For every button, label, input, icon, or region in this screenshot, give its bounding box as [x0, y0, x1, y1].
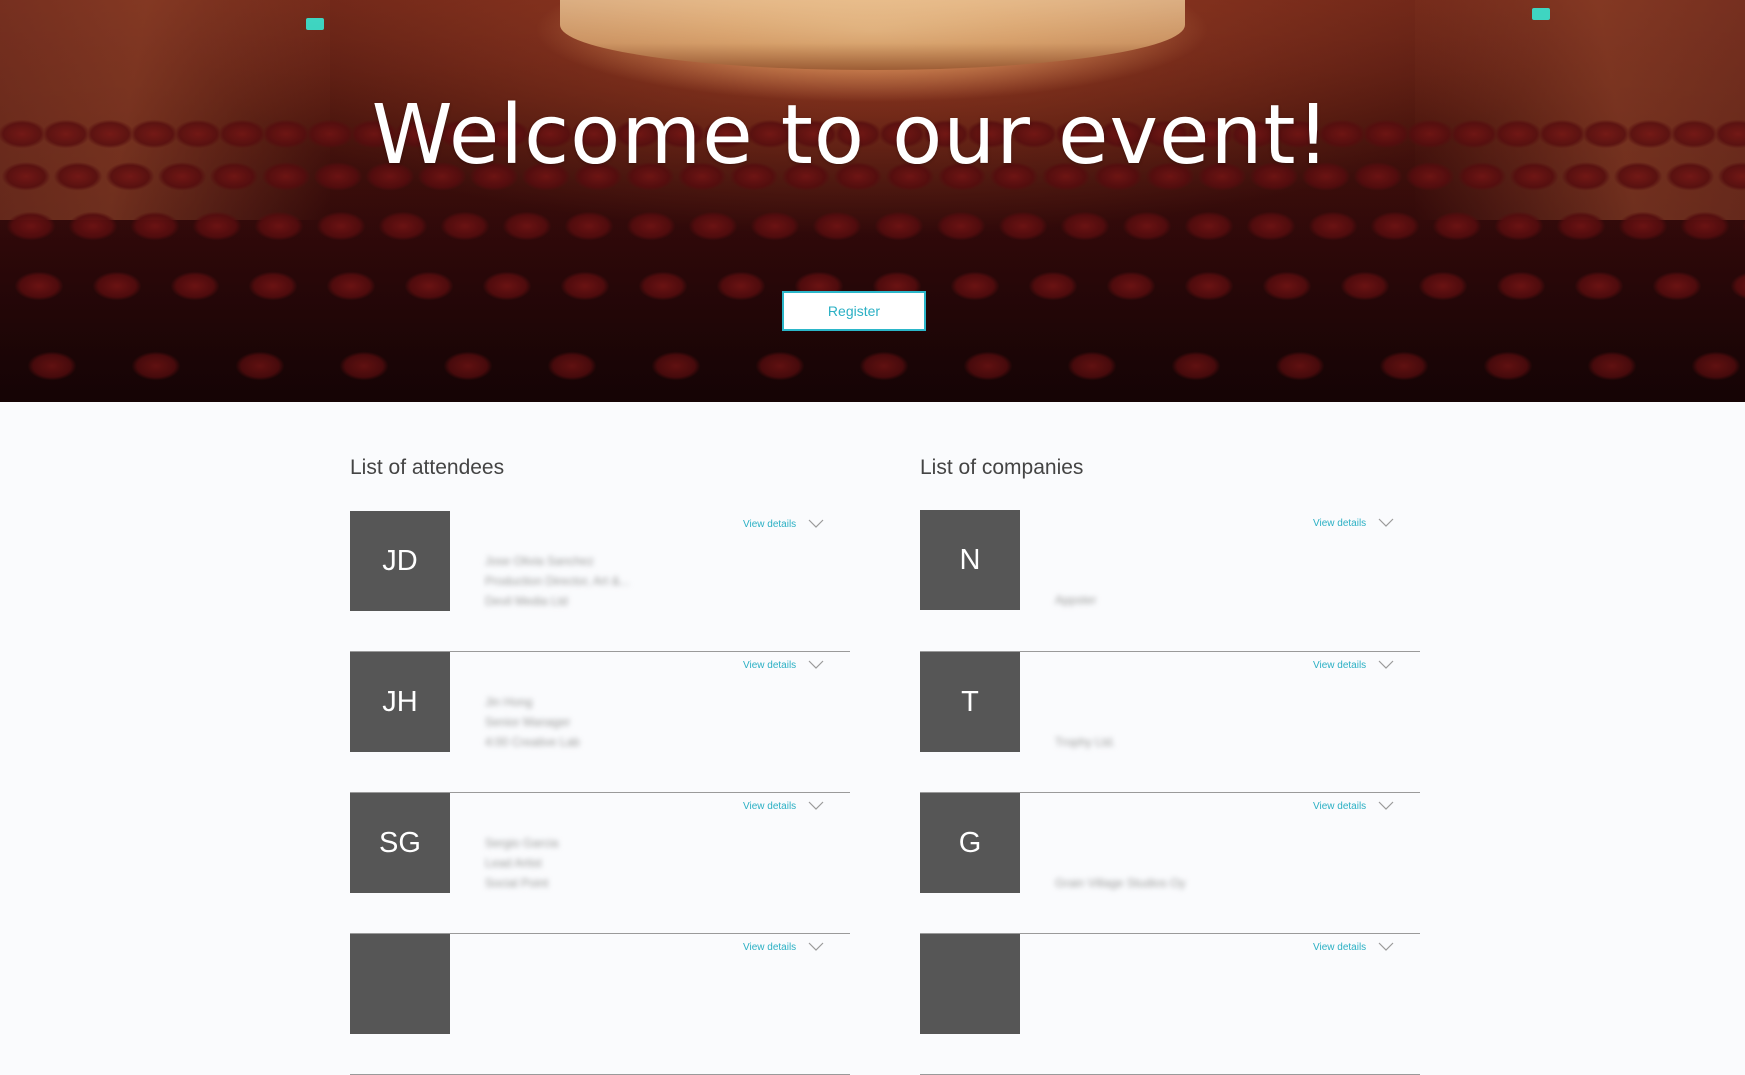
- attendee-company: 4:00 Creative Lab: [485, 735, 580, 749]
- avatar[interactable]: N: [920, 510, 1020, 610]
- lists-section: List of attendees JD View details Jose O…: [0, 402, 1745, 1075]
- view-details-link[interactable]: View details: [743, 801, 796, 812]
- company-info: Appster: [1055, 590, 1096, 610]
- attendees-title: List of attendees: [350, 456, 505, 479]
- view-details-link[interactable]: View details: [743, 519, 796, 530]
- company-item: G View details Grain Village Studios Oy: [920, 793, 1420, 934]
- attendee-item: SG View details Sergio Garcia Lead Artis…: [350, 793, 850, 934]
- view-details-link[interactable]: View details: [743, 942, 796, 953]
- company-item: T View details Trophy Ltd.: [920, 652, 1420, 793]
- hero-banner: Welcome to our event! Register: [0, 0, 1745, 402]
- avatar[interactable]: [350, 934, 450, 1034]
- attendee-role: Production Director, Art &...: [485, 574, 630, 588]
- view-details-link[interactable]: View details: [743, 660, 796, 671]
- register-button[interactable]: Register: [782, 291, 926, 331]
- avatar[interactable]: SG: [350, 793, 450, 893]
- company-item: N View details Appster: [920, 510, 1420, 652]
- company-name: Appster: [1055, 593, 1097, 607]
- chevron-down-icon[interactable]: [1378, 658, 1394, 672]
- attendee-item: JD View details Jose Olivia Sanchez Prod…: [350, 511, 850, 652]
- chevron-down-icon[interactable]: [808, 940, 824, 954]
- attendee-info: Sergio Garcia Lead Artist Social Point: [485, 833, 558, 893]
- hero-shade: [0, 0, 1745, 402]
- avatar[interactable]: G: [920, 793, 1020, 893]
- company-item: View details: [920, 934, 1420, 1075]
- attendee-company: Social Point: [485, 876, 549, 890]
- chevron-down-icon[interactable]: [808, 799, 824, 813]
- avatar[interactable]: [920, 934, 1020, 1034]
- hero-title: Welcome to our event!: [371, 88, 1331, 183]
- company-info: Trophy Ltd.: [1055, 732, 1115, 752]
- company-name: Trophy Ltd.: [1055, 735, 1116, 749]
- chevron-down-icon[interactable]: [1378, 516, 1394, 530]
- attendee-info: Jin Hong Senior Manager 4:00 Creative La…: [485, 692, 580, 752]
- companies-title: List of companies: [920, 456, 1084, 479]
- avatar[interactable]: T: [920, 652, 1020, 752]
- view-details-link[interactable]: View details: [1313, 801, 1366, 812]
- chevron-down-icon[interactable]: [808, 658, 824, 672]
- view-details-link[interactable]: View details: [1313, 942, 1366, 953]
- attendee-item: JH View details Jin Hong Senior Manager …: [350, 652, 850, 793]
- attendee-name: Sergio Garcia: [485, 836, 559, 850]
- company-info: Grain Village Studios Oy: [1055, 873, 1186, 893]
- attendee-info: Jose Olivia Sanchez Production Director,…: [485, 551, 630, 611]
- chevron-down-icon[interactable]: [808, 517, 824, 531]
- chevron-down-icon[interactable]: [1378, 940, 1394, 954]
- attendee-item: View details: [350, 934, 850, 1075]
- view-details-link[interactable]: View details: [1313, 518, 1366, 529]
- chevron-down-icon[interactable]: [1378, 799, 1394, 813]
- attendee-role: Senior Manager: [485, 715, 571, 729]
- view-details-link[interactable]: View details: [1313, 660, 1366, 671]
- attendee-name: Jose Olivia Sanchez: [485, 554, 594, 568]
- avatar[interactable]: JD: [350, 511, 450, 611]
- attendee-role: Lead Artist: [485, 856, 542, 870]
- attendee-name: Jin Hong: [485, 695, 533, 709]
- avatar[interactable]: JH: [350, 652, 450, 752]
- company-name: Grain Village Studios Oy: [1055, 876, 1186, 890]
- attendee-company: Devil Media Ltd: [485, 594, 568, 608]
